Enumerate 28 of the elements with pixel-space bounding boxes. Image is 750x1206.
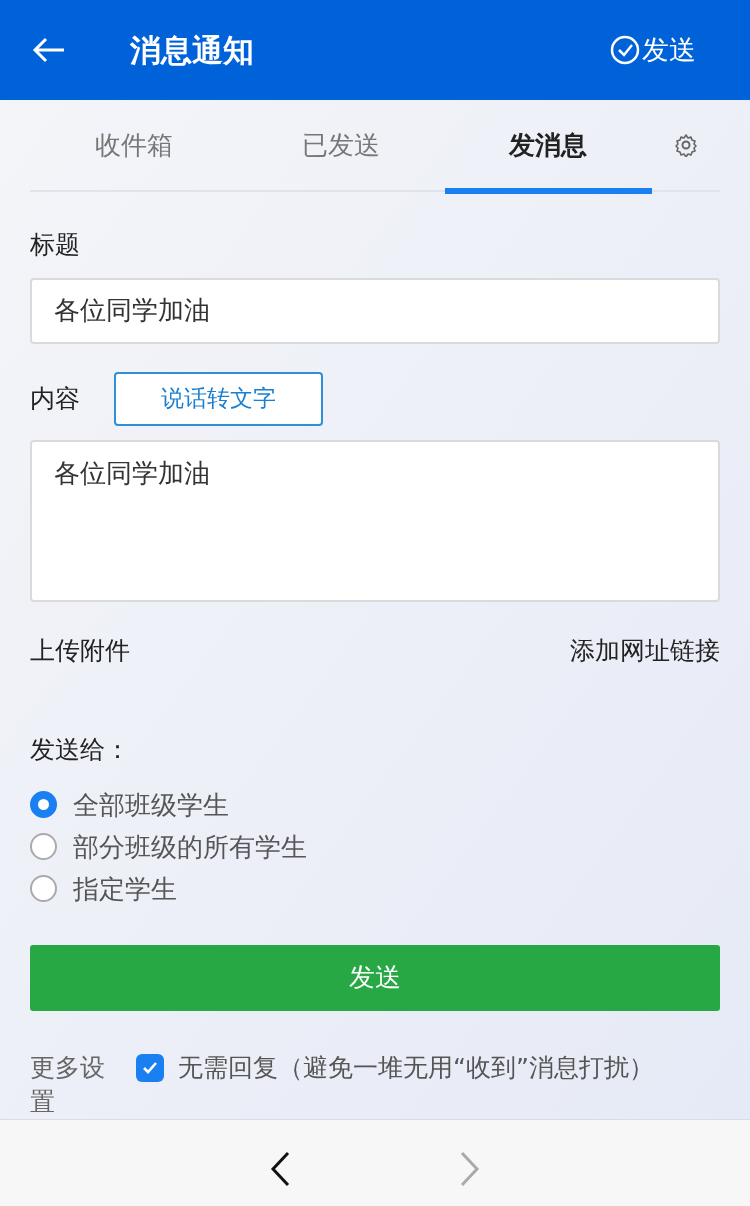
back-arrow-icon[interactable] — [32, 37, 66, 63]
title-field[interactable]: 各位同学加油 — [30, 277, 720, 344]
title-label: 标题 — [30, 229, 81, 261]
no-reply-label: 无需回复（避免一堆无用“收到”消息打扰） — [178, 1051, 654, 1084]
radio-label: 指定学生 — [73, 872, 177, 906]
more-settings-label: 更多设置 — [30, 1051, 106, 1118]
tab[interactable]: 已发送 — [237, 100, 445, 194]
content-label: 内容 — [30, 382, 80, 415]
page-title: 消息通知 — [130, 30, 254, 70]
radio-button[interactable] — [30, 833, 57, 860]
tab[interactable]: 发消息 — [444, 100, 652, 194]
speech-to-text-button[interactable]: 说话转文字 — [114, 371, 323, 426]
content-field[interactable]: 各位同学加油 — [30, 439, 720, 602]
radio-label: 全部班级学生 — [73, 788, 229, 822]
radio-button[interactable] — [30, 875, 57, 902]
radio-label: 部分班级的所有学生 — [73, 830, 307, 864]
recipients-label: 发送给： — [30, 734, 131, 766]
checkbox[interactable] — [136, 1053, 164, 1082]
radio-button[interactable] — [30, 791, 57, 818]
forward-chevron-icon[interactable] — [460, 1150, 480, 1187]
back-chevron-icon[interactable] — [270, 1150, 290, 1187]
check-circle-icon — [610, 35, 640, 65]
settings-icon[interactable] — [674, 133, 698, 157]
add-url-link[interactable]: 添加网址链接 — [570, 631, 720, 669]
upload-attachment-link[interactable]: 上传附件 — [30, 631, 130, 669]
tab[interactable]: 收件箱 — [30, 100, 238, 194]
checkmark-icon — [142, 1060, 158, 1075]
send-button[interactable]: 发送 — [610, 29, 696, 71]
